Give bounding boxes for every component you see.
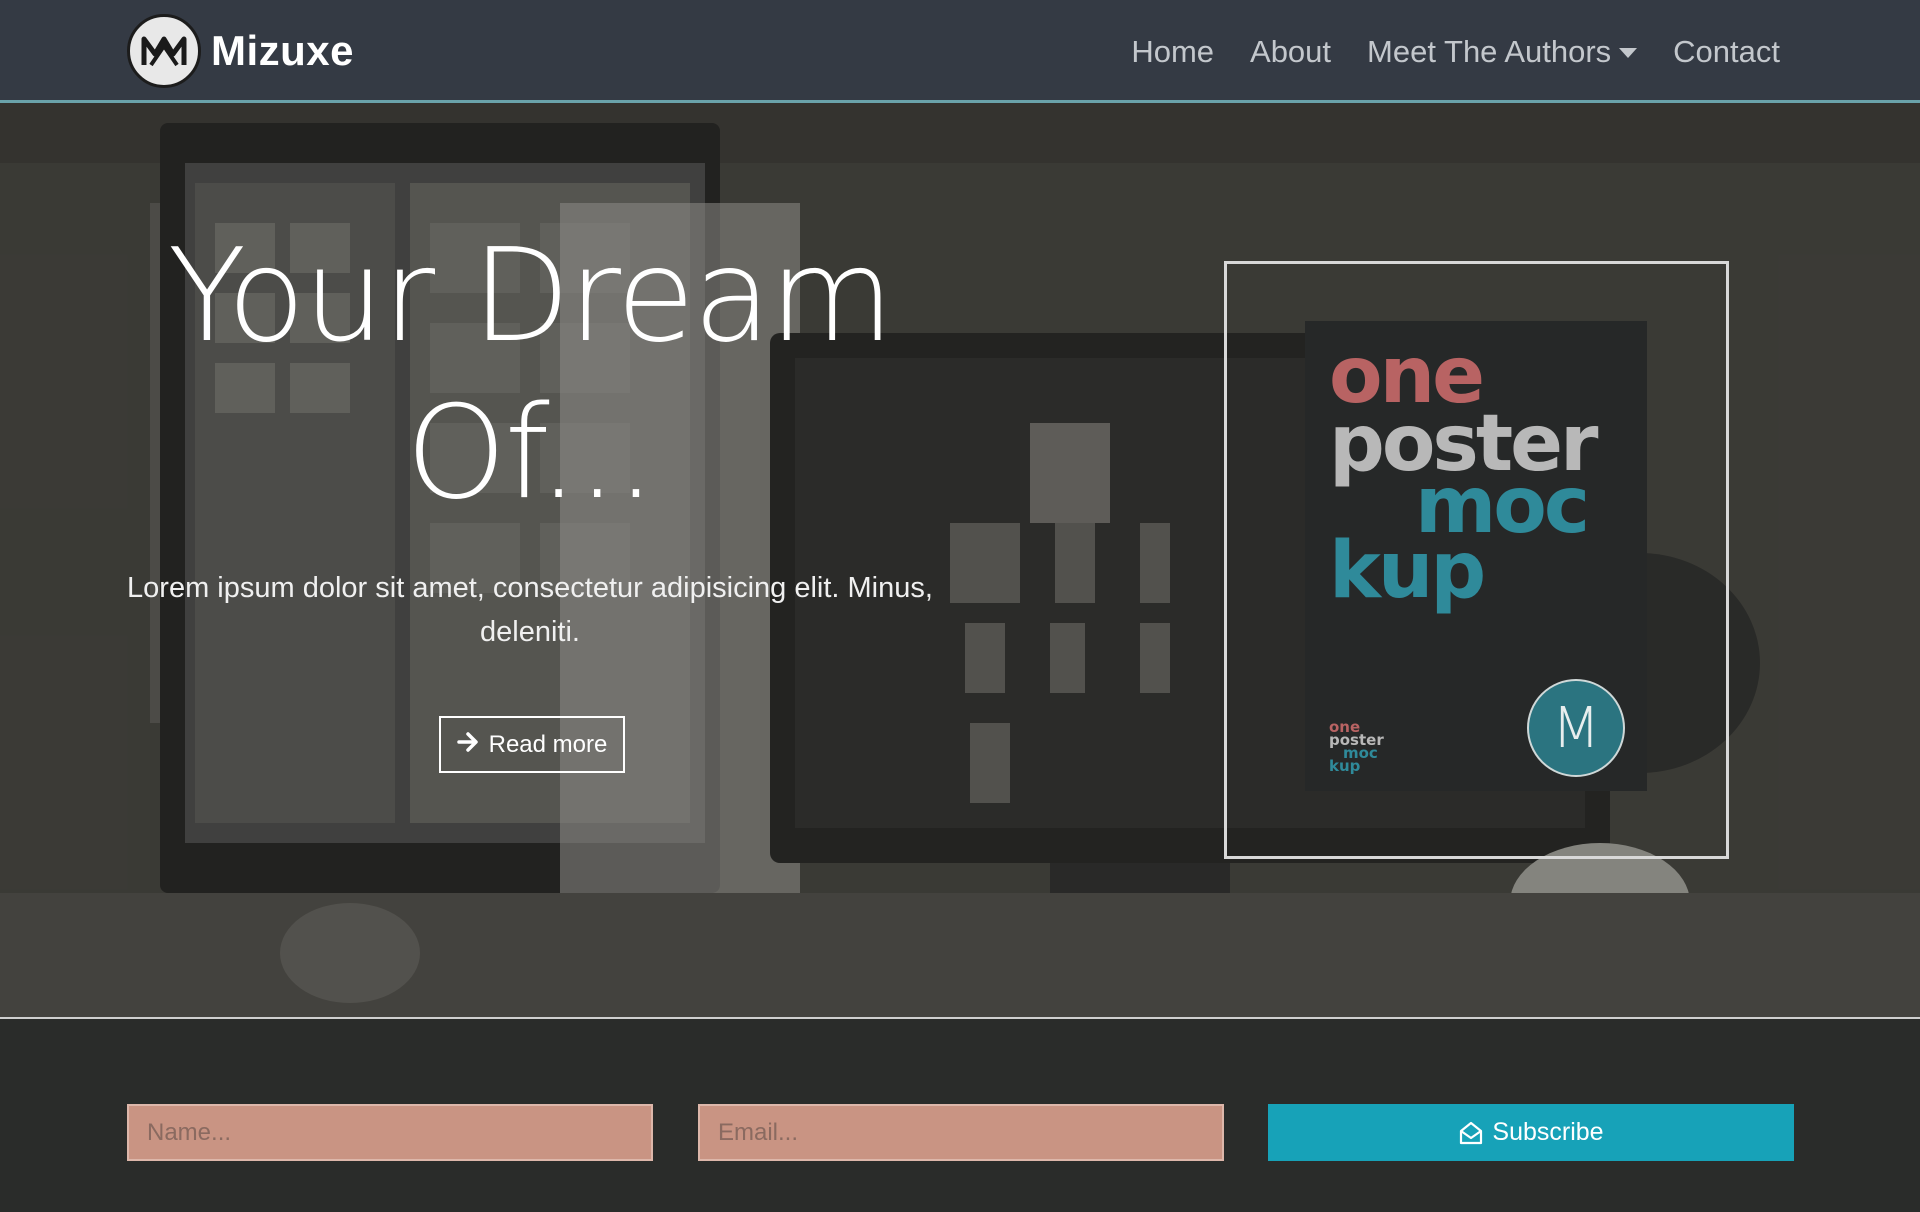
brand-name: Mizuxe [211, 27, 355, 74]
read-more-label: Read more [488, 730, 608, 758]
nav-meet-the-authors[interactable]: Meet The Authors [1367, 34, 1638, 70]
hero-title-line2: Of... [405, 379, 657, 528]
email-input[interactable] [698, 1104, 1224, 1161]
arrow-right-icon [456, 729, 479, 760]
poster-small-logo: one poster moc kup [1329, 720, 1384, 774]
poster-m-badge: M [1527, 679, 1625, 777]
caret-down-icon [1619, 48, 1638, 58]
hero-title: Your Dream Of... [130, 218, 930, 532]
subscribe-section: Subscribe [0, 1017, 1920, 1212]
envelope-open-icon [1460, 1121, 1483, 1144]
brand-link[interactable]: Mizuxe [127, 13, 354, 89]
subscribe-label: Subscribe [1492, 1118, 1604, 1146]
nav-meet-the-authors-label: Meet The Authors [1367, 34, 1612, 69]
navbar: Mizuxe Home About Meet The Authors Conta… [0, 0, 1920, 103]
nav-contact[interactable]: Contact [1673, 34, 1780, 70]
poster-mockup: one poster moc kup one poster moc kup M [1305, 321, 1647, 791]
poster-word-kup: kup [1329, 526, 1486, 616]
poster-frame: one poster moc kup one poster moc kup M [1224, 261, 1729, 859]
nav-about[interactable]: About [1250, 34, 1331, 70]
mizuxe-logo-icon [127, 14, 201, 88]
hero-section: Your Dream Of... Lorem ipsum dolor sit a… [0, 103, 1920, 1017]
read-more-button[interactable]: Read more [439, 716, 625, 773]
nav-menu: Home About Meet The Authors Contact [1095, 28, 1780, 76]
hero-title-line1: Your Dream [167, 222, 894, 371]
hero-text: Lorem ipsum dolor sit amet, consectetur … [127, 572, 933, 648]
name-input[interactable] [127, 1104, 653, 1161]
nav-home[interactable]: Home [1131, 34, 1214, 70]
subscribe-button[interactable]: Subscribe [1268, 1104, 1794, 1161]
